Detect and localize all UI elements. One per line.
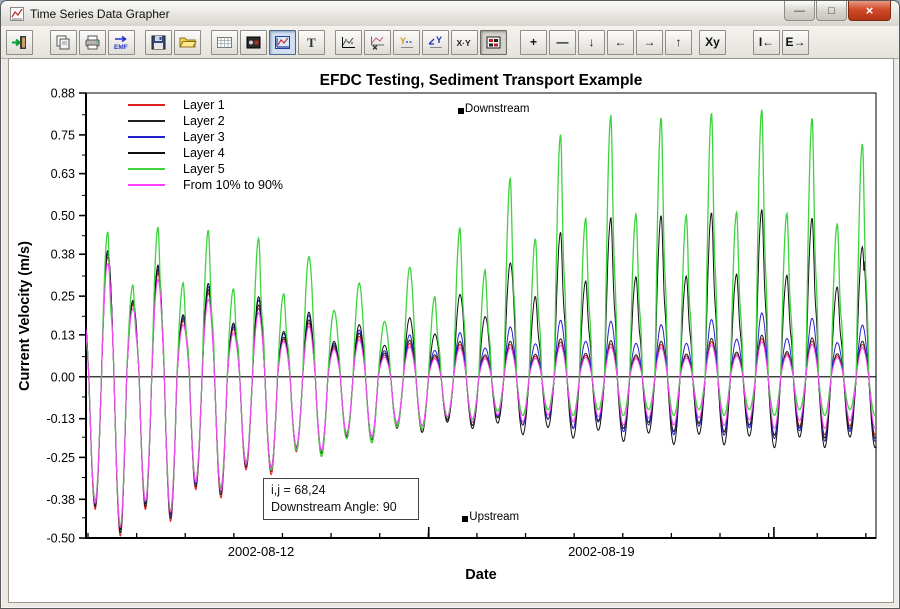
y-tick-label: -0.13 — [47, 412, 76, 426]
legend-item-2: Layer 2 — [128, 113, 283, 129]
downstream-marker: Downstream — [458, 103, 530, 115]
export-emf-button[interactable]: EMF — [108, 30, 135, 55]
svg-text:X·Y: X·Y — [457, 38, 472, 48]
legend-label: Layer 5 — [183, 162, 225, 176]
svg-text:T: T — [307, 35, 316, 50]
y-axis-label: Current Velocity (m/s) — [17, 201, 33, 431]
legend-item-1: Layer 1 — [128, 97, 283, 113]
downstream-marker-label: Downstream — [465, 103, 530, 115]
chart-view-button[interactable] — [269, 30, 296, 55]
clear-plot-button[interactable] — [364, 30, 391, 55]
legend-toggle-button[interactable] — [480, 30, 507, 55]
pan-up-button[interactable]: ↑ — [665, 30, 692, 55]
legend-item-3: Layer 3 — [128, 129, 283, 145]
symbol-style-button[interactable] — [240, 30, 267, 55]
app-window: Time Series Data Grapher —□× EMFTYYX·Y+—… — [0, 0, 900, 609]
y-tick-label: 0.38 — [51, 248, 75, 262]
y-tick-label: 0.00 — [51, 370, 75, 384]
chart-title: EFDC Testing, Sediment Transport Example — [86, 72, 876, 90]
pan-down-button[interactable]: ↓ — [578, 30, 605, 55]
legend-label: Layer 3 — [183, 130, 225, 144]
legend-label: From 10% to 90% — [183, 178, 283, 192]
exit-button[interactable] — [6, 30, 33, 55]
x-tick-label: 2002-08-12 — [228, 544, 295, 559]
export-button[interactable]: E→ — [782, 30, 809, 55]
legend: Layer 1 Layer 2 Layer 3 Layer 4 Layer 5 From … — [128, 97, 283, 193]
legend-line-sample — [128, 184, 165, 186]
chart-area: 0.88 0.75 0.63 0.50 0.38 0.25 0.13 0.00 -0.13 -0.… — [8, 58, 894, 603]
upstream-marker-icon — [462, 516, 468, 522]
copy-button[interactable] — [50, 30, 77, 55]
y-tick-label: -0.25 — [47, 451, 76, 465]
minimize-button[interactable]: — — [784, 1, 815, 21]
zoom-in-button[interactable]: + — [520, 30, 547, 55]
save-button[interactable] — [145, 30, 172, 55]
window-title: Time Series Data Grapher — [30, 7, 170, 21]
pan-left-button[interactable]: ← — [607, 30, 634, 55]
data-grid-button[interactable] — [211, 30, 238, 55]
annotation-line-2: Downstream Angle: 90 — [271, 499, 411, 516]
y-tick-label: 0.13 — [51, 328, 75, 342]
y-tick-label: 0.25 — [51, 290, 75, 304]
window-controls: —□× — [783, 1, 891, 21]
legend-line-sample — [128, 168, 165, 170]
xy-plot-button[interactable]: X·Y — [451, 30, 478, 55]
zoom-out-button[interactable]: — — [549, 30, 576, 55]
legend-item-6: From 10% to 90% — [128, 177, 283, 193]
annotation-line-1: i,j = 68,24 — [271, 482, 411, 499]
svg-text:EMF: EMF — [114, 44, 128, 51]
close-button[interactable]: × — [848, 1, 891, 21]
x-axis-label: Date — [86, 567, 876, 583]
svg-text:Y: Y — [436, 35, 442, 45]
legend-line-sample — [128, 104, 165, 106]
downstream-marker-icon — [458, 108, 464, 114]
pan-right-button[interactable]: → — [636, 30, 663, 55]
legend-label: Layer 2 — [183, 114, 225, 128]
upstream-marker: Upstream — [462, 511, 519, 523]
import-button[interactable]: I← — [753, 30, 780, 55]
y-tick-label: 0.75 — [51, 128, 75, 142]
legend-label: Layer 1 — [183, 98, 225, 112]
title-bar[interactable]: Time Series Data Grapher —□× — [1, 1, 899, 26]
open-file-button[interactable] — [174, 30, 201, 55]
print-button[interactable] — [79, 30, 106, 55]
y-tick-label: 0.63 — [51, 167, 75, 181]
legend-line-sample — [128, 152, 165, 154]
legend-line-sample — [128, 136, 165, 138]
maximize-button[interactable]: □ — [816, 1, 847, 21]
legend-item-5: Layer 5 — [128, 161, 283, 177]
legend-item-4: Layer 4 — [128, 145, 283, 161]
y-tick-label: 0.50 — [51, 209, 75, 223]
app-icon — [9, 6, 25, 22]
y-tick-label: 0.88 — [51, 87, 75, 101]
svg-text:Y: Y — [400, 36, 406, 46]
upstream-marker-label: Upstream — [469, 511, 519, 523]
line-plot-button[interactable] — [335, 30, 362, 55]
legend-label: Layer 4 — [183, 146, 225, 160]
coordinates-button[interactable]: Xy — [699, 30, 726, 55]
y-tick-label: -0.50 — [47, 532, 76, 546]
left-y-axis-button[interactable]: Y — [393, 30, 420, 55]
toolbar: EMF T Y Y X·Y +—↓←→↑ Xy I←E→ — [1, 26, 899, 59]
annotation-box: i,j = 68,24 Downstream Angle: 90 — [263, 478, 419, 520]
text-labels-button[interactable]: T — [298, 30, 325, 55]
x-tick-label: 2002-08-19 — [568, 544, 635, 559]
legend-line-sample — [128, 120, 165, 122]
right-y-axis-button[interactable]: Y — [422, 30, 449, 55]
y-tick-label: -0.38 — [47, 493, 76, 507]
